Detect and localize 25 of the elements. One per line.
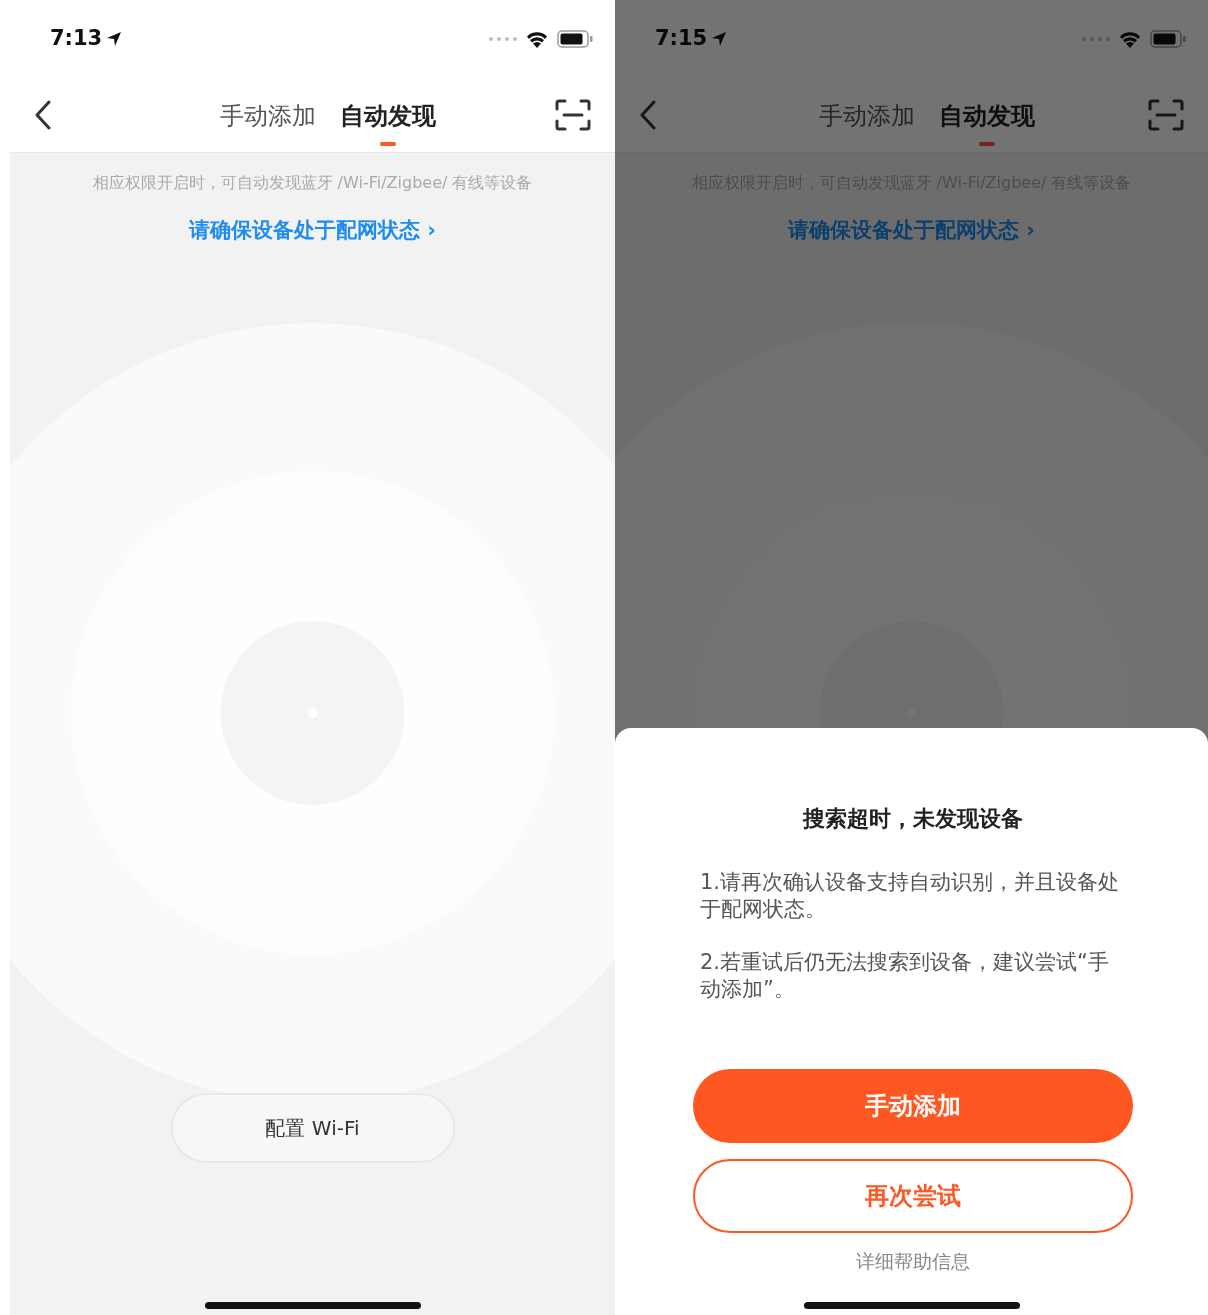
pairing-status-link[interactable]: 请确保设备处于配网状态 › [189,215,436,247]
hint-text: 相应权限开启时，可自动发现蓝牙 /Wi-Fi/Zigbee/ 有线等设备 [92,172,533,194]
back-button[interactable] [34,100,52,130]
location-arrow-icon [711,31,728,47]
dialog-button[interactable]: 手动添加 [693,1069,1133,1143]
wifi-icon [1118,30,1142,48]
pairing-status-link[interactable]: 请确保设备处于配网状态 › [788,215,1035,247]
signal-dots-icon [489,37,517,41]
battery-icon [1150,30,1186,48]
location-arrow-icon [106,31,123,47]
wifi-icon [525,30,549,48]
tab[interactable]: 自动发现 [938,98,1035,148]
tab[interactable]: 手动添加 [818,98,915,148]
dialog-tip: 1.请再次确认设备支持自动识别，并且设备处于配网状态。 [700,869,1121,923]
dialog-tip: 2.若重试后仍无法搜索到设备，建议尝试“手动添加”。 [700,949,1110,1003]
status-time: 7:13 [50,25,103,53]
dialog-button[interactable]: 再次尝试 [693,1159,1133,1233]
dialog-title: 搜索超时，未发现设备 [803,805,1023,833]
wifi-config-button[interactable]: 配置 Wi-Fi [170,1093,455,1163]
tab[interactable]: 自动发现 [339,98,436,148]
scan-button[interactable] [555,99,591,131]
status-time: 7:15 [655,25,708,53]
battery-icon [557,30,593,48]
help-link[interactable]: 详细帮助信息 [856,1247,970,1276]
tab[interactable]: 手动添加 [219,98,316,148]
